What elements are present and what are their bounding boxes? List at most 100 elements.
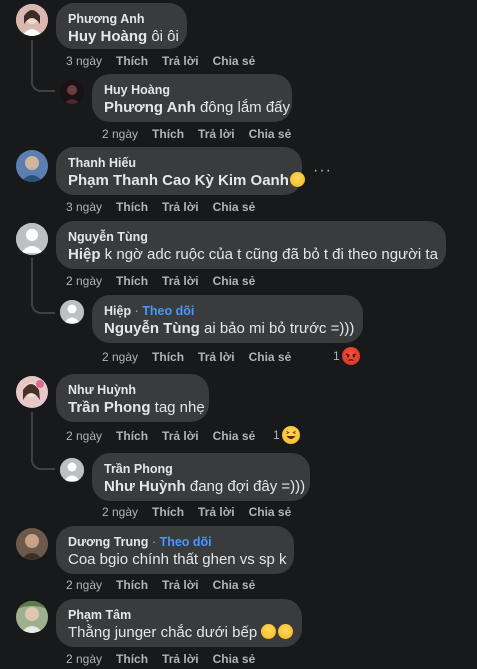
comment-actions: 2 ngày Thích Trả lời Chia sẻ <box>66 652 269 666</box>
avatar[interactable] <box>60 300 84 324</box>
angry-reaction-icon <box>341 347 360 365</box>
share-button[interactable]: Chia sẻ <box>249 350 292 364</box>
timestamp[interactable]: 2 ngày <box>102 350 138 364</box>
comment-text: ai bảo mi bỏ trước =))) <box>199 320 355 337</box>
comment-bubble: Phương Anh Huy Hoàng ôi ôi <box>56 3 187 49</box>
like-button[interactable]: Thích <box>152 505 184 519</box>
thread-connector <box>31 300 55 314</box>
comment-author[interactable]: Trần Phong <box>104 461 298 477</box>
comment-actions: 3 ngày Thích Trả lời Chia sẻ <box>66 54 269 68</box>
comment-actions: 3 ngày Thích Trả lời Chia sẻ <box>66 200 269 214</box>
share-button[interactable]: Chia sẻ <box>213 429 256 443</box>
mention[interactable]: Phương Anh <box>104 99 196 116</box>
separator: · <box>134 304 139 318</box>
reply-button[interactable]: Trả lời <box>162 54 199 68</box>
separator: · <box>151 535 157 549</box>
reply-button[interactable]: Trả lời <box>198 127 235 141</box>
comment-author[interactable]: Huy Hoàng <box>104 82 280 98</box>
like-button[interactable]: Thích <box>152 127 184 141</box>
haha-reaction-icon <box>281 426 300 444</box>
comment-bubble: Hiệp · Theo dõi Nguyễn Tùng ai bảo mi bỏ… <box>92 295 363 343</box>
comment-author[interactable]: Thanh Hiếu <box>68 155 290 171</box>
sweat-smile-emoji-icon <box>261 624 277 639</box>
reaction-number: 1 <box>333 349 340 363</box>
mention[interactable]: Huy Hoàng <box>68 28 147 45</box>
mention[interactable]: Phạm Thanh Cao Kỳ Kim Oanh <box>68 172 289 189</box>
comment-bubble: Trần Phong Như Huỳnh đang đợi đây =))) <box>92 453 310 501</box>
thread-line <box>31 412 33 462</box>
mention[interactable]: Hiệp <box>68 246 101 263</box>
avatar[interactable] <box>60 80 84 104</box>
comment-author[interactable]: Hiệp <box>104 304 131 318</box>
comment-author[interactable]: Nguyễn Tùng <box>68 229 434 245</box>
like-button[interactable]: Thích <box>116 578 148 592</box>
share-button[interactable]: Chia sẻ <box>213 652 256 666</box>
comment-bubble: Nguyễn Tùng Hiệp k ngờ adc ruộc của t cũ… <box>56 221 446 269</box>
like-button[interactable]: Thích <box>116 54 148 68</box>
avatar[interactable] <box>16 223 48 255</box>
comment-bubble: Như Huỳnh Trần Phong tag nhẹ <box>56 374 209 422</box>
timestamp[interactable]: 2 ngày <box>66 429 102 443</box>
comment-text: Thằng junger chắc dưới bếp <box>68 624 258 641</box>
comment-author[interactable]: Dương Trung <box>68 535 148 549</box>
follow-button[interactable]: Theo dõi <box>142 304 194 318</box>
avatar[interactable] <box>60 458 84 482</box>
reaction-count[interactable]: 1 <box>333 347 360 365</box>
comment-author[interactable]: Như Huỳnh <box>68 382 197 398</box>
share-button[interactable]: Chia sẻ <box>213 200 256 214</box>
mention[interactable]: Trần Phong <box>68 399 151 416</box>
avatar[interactable] <box>16 150 48 182</box>
comment-text: ôi ôi <box>147 28 179 45</box>
share-button[interactable]: Chia sẻ <box>213 54 256 68</box>
comment-author[interactable]: Phương Anh <box>68 11 175 27</box>
reply-button[interactable]: Trả lời <box>198 505 235 519</box>
avatar[interactable] <box>16 528 48 560</box>
reply-button[interactable]: Trả lời <box>162 200 199 214</box>
follow-button[interactable]: Theo dõi <box>160 535 212 549</box>
reaction-count[interactable]: 1 <box>273 426 300 444</box>
share-button[interactable]: Chia sẻ <box>213 274 256 288</box>
avatar[interactable] <box>16 376 48 408</box>
comment-author[interactable]: Phạm Tâm <box>68 607 290 623</box>
reply-button[interactable]: Trả lời <box>162 578 199 592</box>
timestamp[interactable]: 3 ngày <box>66 54 102 68</box>
timestamp[interactable]: 2 ngày <box>66 578 102 592</box>
avatar[interactable] <box>16 4 48 36</box>
like-button[interactable]: Thích <box>116 652 148 666</box>
timestamp[interactable]: 2 ngày <box>66 274 102 288</box>
like-button[interactable]: Thích <box>116 274 148 288</box>
comment-text: Coa bgio chính thất ghen vs sp k <box>68 551 287 568</box>
comment-actions: 2 ngày Thích Trả lời Chia sẻ <box>102 350 305 364</box>
thread-line <box>31 258 33 306</box>
like-button[interactable]: Thích <box>116 429 148 443</box>
comment-text: đông lắm đấy <box>195 99 291 116</box>
comment-actions: 2 ngày Thích Trả lời Chia sẻ <box>102 127 305 141</box>
mention[interactable]: Nguyễn Tùng <box>104 320 200 337</box>
comment-actions: 2 ngày Thích Trả lời Chia sẻ <box>66 578 269 592</box>
thread-connector <box>31 78 55 92</box>
comment-bubble: Thanh Hiếu Phạm Thanh Cao Kỳ Kim Oanh <box>56 147 305 195</box>
rofl-emoji-icon <box>289 172 305 187</box>
avatar[interactable] <box>16 601 48 633</box>
like-button[interactable]: Thích <box>116 200 148 214</box>
like-button[interactable]: Thích <box>152 350 184 364</box>
timestamp[interactable]: 2 ngày <box>102 505 138 519</box>
share-button[interactable]: Chia sẻ <box>213 578 256 592</box>
timestamp[interactable]: 2 ngày <box>66 652 102 666</box>
comment-text: k ngờ adc ruộc của t cũng đã bỏ t đi the… <box>100 246 438 263</box>
mention[interactable]: Như Huỳnh <box>104 478 186 495</box>
comment-actions: 2 ngày Thích Trả lời Chia sẻ <box>102 505 305 519</box>
reply-button[interactable]: Trả lời <box>198 350 235 364</box>
timestamp[interactable]: 2 ngày <box>102 127 138 141</box>
timestamp[interactable]: 3 ngày <box>66 200 102 214</box>
comment-actions: 2 ngày Thích Trả lời Chia sẻ <box>66 429 269 443</box>
reaction-number: 1 <box>273 428 280 442</box>
reply-button[interactable]: Trả lời <box>162 429 199 443</box>
more-options-icon[interactable]: ··· <box>313 162 332 180</box>
reply-button[interactable]: Trả lời <box>162 652 199 666</box>
share-button[interactable]: Chia sẻ <box>249 127 292 141</box>
comment-actions: 2 ngày Thích Trả lời Chia sẻ <box>66 274 269 288</box>
sweat-smile-emoji-icon <box>278 624 294 639</box>
share-button[interactable]: Chia sẻ <box>249 505 292 519</box>
reply-button[interactable]: Trả lời <box>162 274 199 288</box>
